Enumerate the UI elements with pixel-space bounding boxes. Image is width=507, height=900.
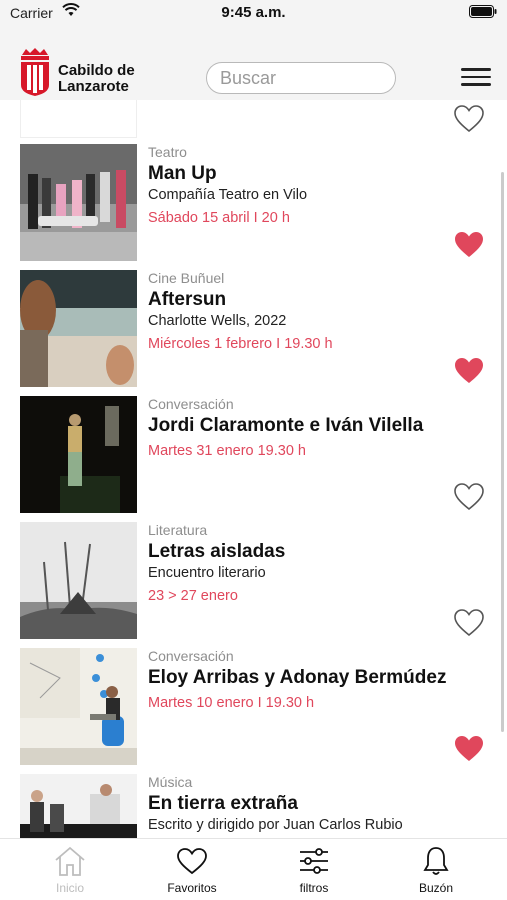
tab-filtros[interactable]: filtros bbox=[259, 845, 369, 899]
event-info: Conversación Eloy Arribas y Adonay Bermú… bbox=[148, 648, 448, 712]
event-info: Conversación Jordi Claramonte e Iván Vil… bbox=[148, 396, 448, 460]
event-subtitle: Charlotte Wells, 2022 bbox=[148, 313, 287, 329]
event-item[interactable]: Conversación Jordi Claramonte e Iván Vil… bbox=[0, 396, 507, 523]
event-title[interactable]: Jordi Claramonte e Iván Vilella bbox=[148, 415, 448, 437]
event-item[interactable]: Teatro Man Up Compañía Teatro en Vilo Sá… bbox=[0, 144, 507, 271]
event-list[interactable]: Teatro Man Up Compañía Teatro en Vilo Sá… bbox=[0, 100, 507, 838]
hamburger-menu-icon[interactable] bbox=[461, 68, 491, 90]
event-category: Teatro bbox=[148, 144, 187, 160]
event-title[interactable]: Eloy Arribas y Adonay Bermúdez bbox=[148, 667, 448, 689]
event-date: Sábado 15 abril I 20 h bbox=[148, 210, 290, 226]
app-header: Cabildo de Lanzarote bbox=[0, 22, 507, 100]
event-title[interactable]: Man Up bbox=[148, 163, 448, 185]
tab-label: Buzón bbox=[418, 881, 454, 895]
event-category: Música bbox=[148, 774, 193, 790]
event-item[interactable]: Literatura Letras aisladas Encuentro lit… bbox=[0, 522, 507, 649]
heart-outline-icon[interactable] bbox=[452, 606, 486, 640]
home-icon bbox=[55, 846, 85, 876]
tab-label: Favoritos bbox=[167, 881, 217, 895]
event-subtitle: Compañía Teatro en Vilo bbox=[148, 187, 308, 203]
event-category: Conversación bbox=[148, 648, 234, 664]
clock: 9:45 a.m. bbox=[221, 4, 286, 21]
event-image bbox=[20, 648, 137, 765]
event-date: 23 > 27 enero bbox=[148, 588, 238, 604]
event-title[interactable]: En tierra extraña bbox=[148, 793, 448, 815]
previous-event-thumbnail[interactable] bbox=[20, 100, 137, 138]
event-image bbox=[20, 774, 137, 838]
event-subtitle: Escrito y dirigido por Juan Carlos Rubio bbox=[148, 817, 403, 833]
status-bar: Carrier 9:45 a.m. bbox=[0, 0, 507, 22]
cabildo-logo[interactable]: Cabildo de Lanzarote bbox=[16, 47, 146, 99]
logo-text: Cabildo de Lanzarote bbox=[58, 63, 135, 95]
heart-filled-icon[interactable] bbox=[452, 354, 486, 388]
event-date: Miércoles 1 febrero I 19.30 h bbox=[148, 336, 333, 352]
event-category: Cine Buñuel bbox=[148, 270, 225, 286]
event-item[interactable]: Conversación Eloy Arribas y Adonay Bermú… bbox=[0, 648, 507, 775]
bottom-tab-bar: Inicio Favoritos filtros Buzón bbox=[0, 838, 507, 900]
heart-outline-icon[interactable] bbox=[452, 480, 486, 514]
search-input[interactable] bbox=[206, 62, 396, 94]
event-title[interactable]: Aftersun bbox=[148, 289, 448, 311]
event-category: Conversación bbox=[148, 396, 234, 412]
sliders-icon bbox=[300, 848, 328, 874]
event-image bbox=[20, 522, 137, 639]
tab-label: filtros bbox=[299, 881, 329, 895]
tab-buzon[interactable]: Buzón bbox=[381, 845, 491, 899]
event-date: Martes 31 enero 19.30 h bbox=[148, 443, 306, 459]
event-item[interactable]: Cine Buñuel Aftersun Charlotte Wells, 20… bbox=[0, 270, 507, 397]
tab-inicio[interactable]: Inicio bbox=[15, 845, 125, 899]
event-image bbox=[20, 144, 137, 261]
event-info: Música En tierra extraña Escrito y dirig… bbox=[148, 774, 448, 834]
event-item[interactable]: Música En tierra extraña Escrito y dirig… bbox=[0, 774, 507, 838]
heart-filled-icon[interactable] bbox=[452, 732, 486, 766]
event-image bbox=[20, 270, 137, 387]
event-image bbox=[20, 396, 137, 513]
logo-line2: Lanzarote bbox=[58, 78, 129, 95]
logo-line1: Cabildo de bbox=[58, 62, 135, 79]
battery-icon bbox=[469, 5, 497, 18]
event-category: Literatura bbox=[148, 522, 208, 538]
event-info: Teatro Man Up Compañía Teatro en Vilo Sá… bbox=[148, 144, 448, 227]
tab-favoritos[interactable]: Favoritos bbox=[137, 845, 247, 899]
heart-icon bbox=[177, 848, 207, 875]
event-info: Cine Buñuel Aftersun Charlotte Wells, 20… bbox=[148, 270, 448, 353]
event-title[interactable]: Letras aisladas bbox=[148, 541, 448, 563]
tab-label: Inicio bbox=[55, 881, 84, 895]
crest-icon bbox=[21, 48, 49, 96]
event-date: Martes 10 enero I 19.30 h bbox=[148, 695, 315, 711]
event-info: Literatura Letras aisladas Encuentro lit… bbox=[148, 522, 448, 605]
scrollbar[interactable] bbox=[501, 172, 504, 732]
bell-icon bbox=[423, 847, 449, 875]
heart-outline-icon[interactable] bbox=[452, 102, 486, 136]
event-subtitle: Encuentro literario bbox=[148, 565, 266, 581]
heart-filled-icon[interactable] bbox=[452, 228, 486, 262]
